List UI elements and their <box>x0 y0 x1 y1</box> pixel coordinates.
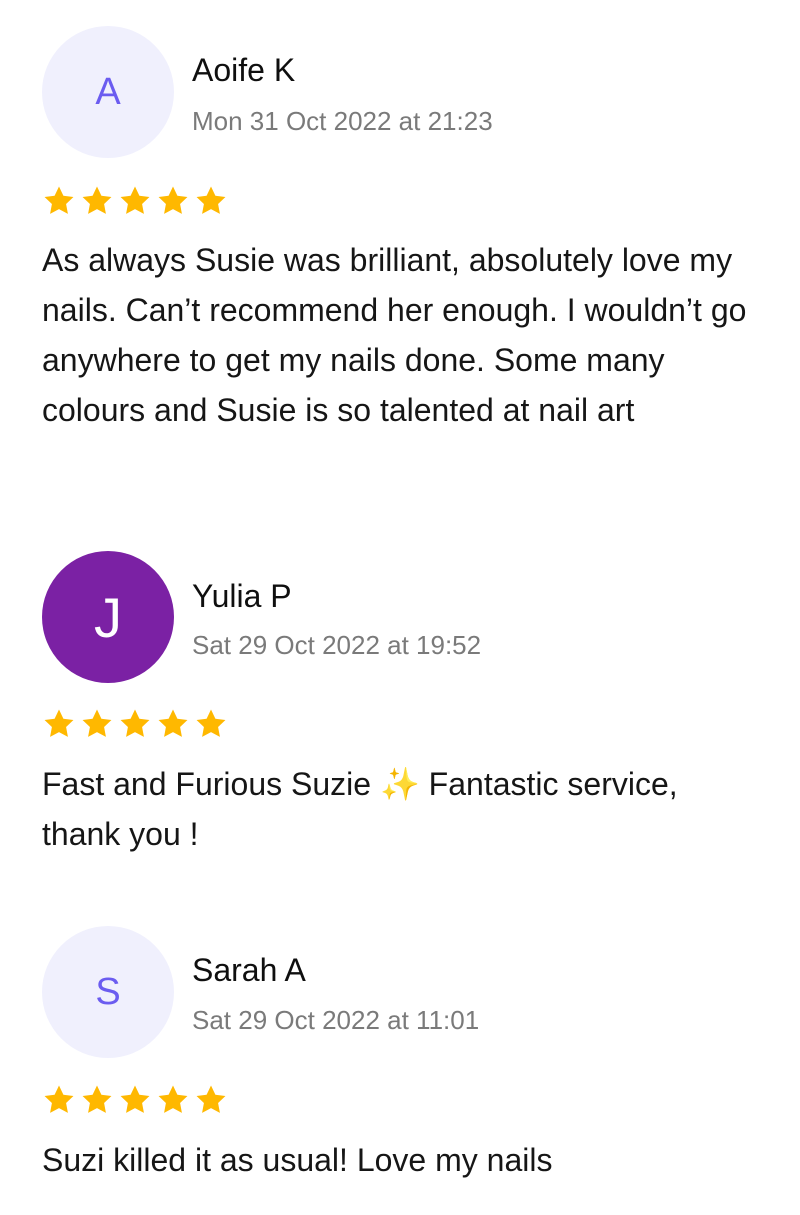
star-icon <box>44 709 74 737</box>
avatar: J <box>42 551 174 683</box>
star-icon <box>158 709 188 737</box>
star-icon <box>196 186 226 214</box>
star-icon <box>120 1085 150 1113</box>
review-date: Sat 29 Oct 2022 at 11:01 <box>192 1005 480 1035</box>
review-text: As always Susie was brilliant, absolutel… <box>42 242 747 428</box>
review-text: Suzi killed it as usual! Love my nails <box>42 1142 553 1178</box>
avatar: A <box>42 26 174 158</box>
star-rating <box>42 1083 228 1117</box>
star-icon <box>82 1085 112 1113</box>
star-rating <box>42 707 228 741</box>
star-icon <box>158 1085 188 1113</box>
star-icon <box>44 186 74 214</box>
star-icon <box>158 186 188 214</box>
avatar: S <box>42 926 174 1058</box>
star-icon <box>196 1085 226 1113</box>
star-icon <box>196 709 226 737</box>
review-date: Mon 31 Oct 2022 at 21:23 <box>192 106 493 136</box>
star-icon <box>82 709 112 737</box>
reviewer-name: Yulia P <box>192 578 292 614</box>
avatar-initial: J <box>94 585 122 649</box>
review-text: Fast and Furious Suzie ✨ Fantastic servi… <box>42 766 678 852</box>
avatar-initial: S <box>95 970 121 1013</box>
star-icon <box>44 1085 74 1113</box>
star-icon <box>82 186 112 214</box>
avatar-initial: A <box>95 70 121 113</box>
star-icon <box>120 709 150 737</box>
reviewer-name: Sarah A <box>192 952 306 988</box>
review-date: Sat 29 Oct 2022 at 19:52 <box>192 630 482 660</box>
reviewer-name: Aoife K <box>192 52 296 88</box>
star-rating <box>42 184 228 218</box>
star-icon <box>120 186 150 214</box>
